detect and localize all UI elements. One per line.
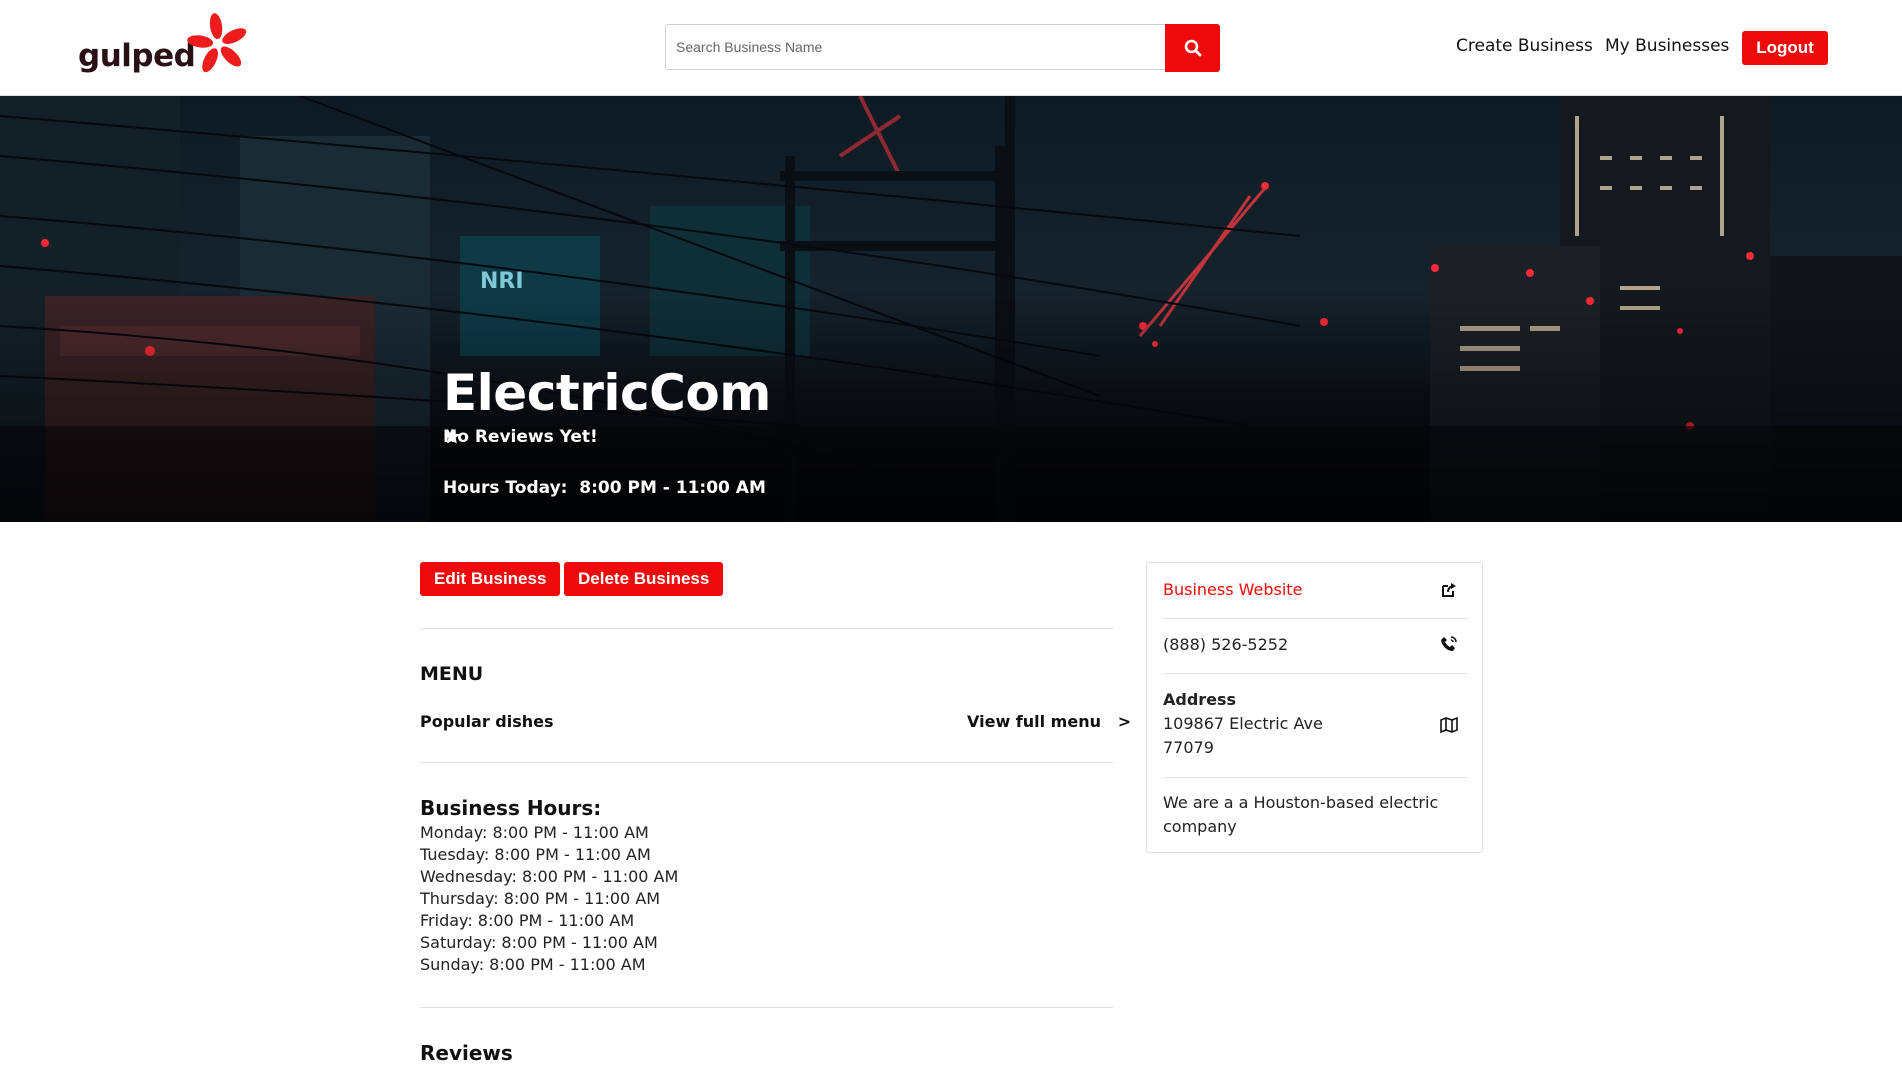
card-divider (1163, 673, 1468, 674)
popular-dishes-label: Popular dishes (420, 712, 554, 731)
website-row: Business Website (1163, 580, 1468, 604)
logo[interactable]: gulped (78, 12, 248, 78)
view-full-menu-text: View full menu (967, 712, 1101, 731)
delete-business-button[interactable]: Delete Business (564, 562, 724, 596)
review-summary-text: No Reviews Yet! (443, 427, 598, 447)
card-divider (1163, 618, 1468, 619)
reviews-title: Reviews (420, 1041, 513, 1065)
business-hours-title: Business Hours: (420, 796, 602, 820)
logo-text: gulped (78, 38, 196, 74)
chevron-right-icon: > (1117, 712, 1132, 731)
hours-today-value: 8:00 PM - 11:00 AM (579, 478, 766, 498)
logo-burst-icon (187, 13, 247, 73)
hours-saturday: Saturday: 8:00 PM - 11:00 AM (420, 933, 658, 952)
star-icon (444, 428, 460, 444)
edit-business-button[interactable]: Edit Business (420, 562, 561, 596)
hours-tuesday: Tuesday: 8:00 PM - 11:00 AM (420, 845, 651, 864)
divider (420, 762, 1113, 763)
business-name: ElectricCom (443, 364, 771, 422)
hours-friday: Friday: 8:00 PM - 11:00 AM (420, 911, 635, 930)
review-summary: No Reviews Yet! (443, 427, 598, 447)
hero-shade (0, 96, 1902, 522)
address-label: Address (1163, 690, 1237, 709)
hero-banner: NRI (0, 96, 1902, 522)
business-website-link[interactable]: Business Website (1163, 580, 1302, 599)
phone-number: (888) 526-5252 (1163, 635, 1289, 654)
menu-title: MENU (420, 663, 484, 685)
divider (420, 1007, 1113, 1008)
address-row: Address 109867 Electric Ave 77079 (1163, 688, 1468, 760)
create-business-link[interactable]: Create Business (1456, 36, 1593, 56)
logout-button[interactable]: Logout (1742, 31, 1828, 65)
phone-icon[interactable] (1440, 635, 1458, 653)
address-line2: 77079 (1163, 738, 1214, 757)
top-navbar: gulped Create Business My Businesses Log… (0, 0, 1902, 96)
address-line1: 109867 Electric Ave (1163, 714, 1323, 733)
hours-today: Hours Today: 8:00 PM - 11:00 AM (443, 478, 766, 498)
divider (420, 628, 1113, 629)
search-input[interactable] (665, 24, 1165, 70)
card-divider (1163, 777, 1468, 778)
business-hours-list: Monday: 8:00 PM - 11:00 AM Tuesday: 8:00… (420, 822, 678, 976)
hours-thursday: Thursday: 8:00 PM - 11:00 AM (420, 889, 661, 908)
business-info-card: Business Website (888) 526-5252 Address … (1146, 562, 1483, 853)
search-icon (1184, 39, 1201, 57)
hours-sunday: Sunday: 8:00 PM - 11:00 AM (420, 955, 646, 974)
view-full-menu-link[interactable]: View full menu > (967, 712, 1131, 731)
hours-wednesday: Wednesday: 8:00 PM - 11:00 AM (420, 867, 679, 886)
search-button[interactable] (1165, 24, 1220, 72)
hours-monday: Monday: 8:00 PM - 11:00 AM (420, 823, 649, 842)
map-icon[interactable] (1440, 716, 1458, 734)
phone-row: (888) 526-5252 (1163, 633, 1468, 657)
external-link-icon[interactable] (1440, 581, 1458, 599)
search-bar (665, 24, 1220, 72)
my-businesses-link[interactable]: My Businesses (1605, 36, 1729, 56)
hours-today-label: Hours Today: (443, 478, 568, 498)
business-description: We are a a Houston-based electric compan… (1163, 793, 1439, 836)
